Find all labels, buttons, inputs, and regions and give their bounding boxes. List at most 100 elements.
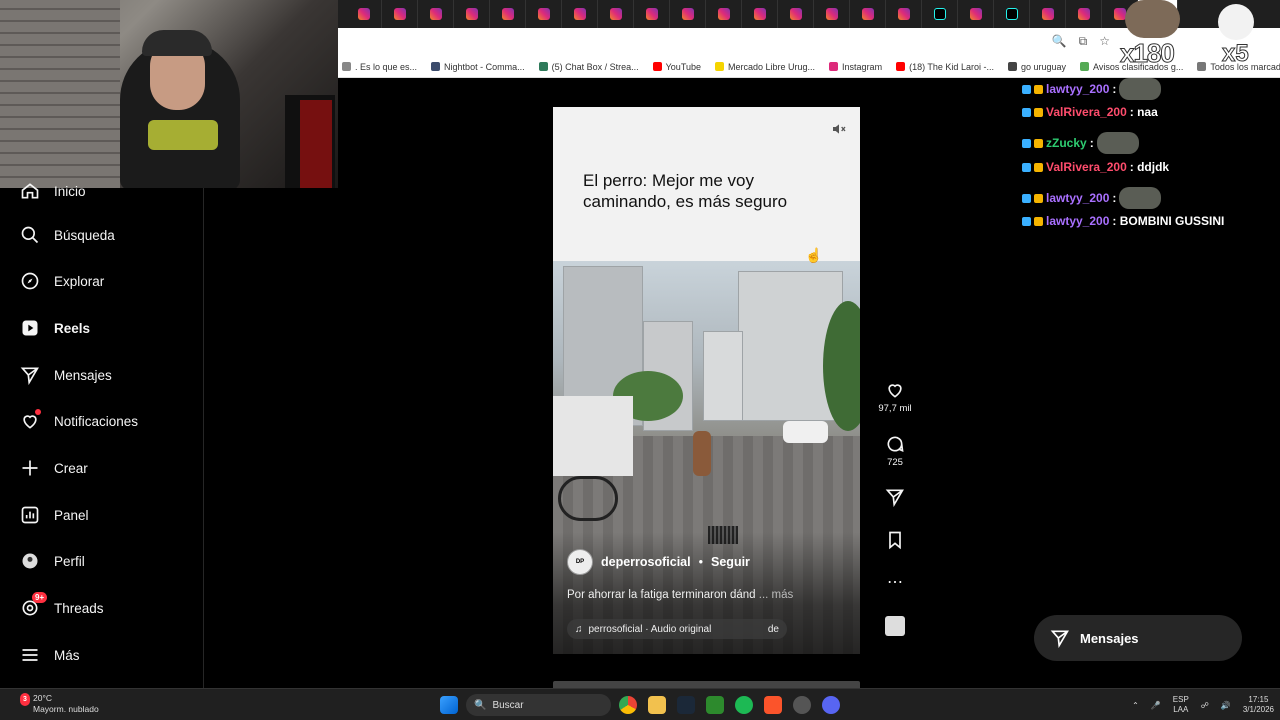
comment-button[interactable]: 725 [876,434,914,468]
microphone-icon[interactable]: 🎤 [1151,701,1161,710]
sidebar-item-threads[interactable]: Threads 9+ [20,592,104,618]
more-options-icon[interactable]: ⋯ [876,572,914,592]
instagram-icon [573,8,586,20]
spotify-icon[interactable] [735,696,753,714]
chat-text: : BOMBINI GUSSINI [1112,214,1225,228]
sidebar-item-explorar[interactable]: Explorar [20,271,104,291]
bookmark-label: Mercado Libre Urug... [728,61,816,72]
sidebar-item-reels[interactable]: Reels [20,318,90,338]
bookmark-item[interactable]: . Es lo que es... [342,62,417,72]
xbox-icon[interactable] [706,696,724,714]
bookmark-favicon-icon [1007,62,1017,71]
chat-username[interactable]: ValRivera_200 [1046,160,1127,174]
chart-icon [21,506,39,524]
save-button[interactable] [876,530,914,553]
reel-author-name[interactable]: deperrosoficial [601,555,691,569]
messages-floating-button[interactable]: Mensajes [1034,615,1242,661]
bookmark-item[interactable]: (5) Chat Box / Strea... [538,61,639,72]
share-button[interactable] [876,487,914,510]
bookmark-item[interactable]: YouTube [652,62,701,72]
browser-tab[interactable] [958,0,994,28]
browser-tab[interactable] [526,0,562,28]
chat-username[interactable]: lawtyy_200 [1046,191,1109,205]
bookmark-item[interactable]: (18) The Kid Laroi -... [896,62,994,72]
star-icon[interactable]: ☆ [1099,34,1110,49]
chat-username[interactable]: ValRivera_200 [1046,105,1127,119]
sidebar-item-mensajes[interactable]: Mensajes [20,365,112,385]
like-button[interactable]: 97,7 mil [876,380,914,414]
browser-tab[interactable] [814,0,850,28]
weather-widget[interactable]: 3 20°C Mayorm. nublado [12,693,99,715]
steam-icon[interactable] [677,696,695,714]
browser-tab[interactable] [634,0,670,28]
mute-icon[interactable] [830,121,848,137]
browser-tab[interactable] [1030,0,1066,28]
instagram-icon [789,8,802,20]
chat-text: : naa [1129,105,1158,119]
reel-player[interactable]: El perro: Mejor me voy caminando, es más… [553,107,860,654]
reel-audio-pill[interactable]: ♫ perrosoficial · Audio original de [567,619,787,639]
chat-message: lawtyy_200: [1022,78,1162,100]
audio-thumbnail[interactable] [876,616,914,636]
github-icon[interactable] [793,696,811,714]
volume-icon[interactable]: 🔊 [1221,701,1231,710]
bookmark-label: (5) Chat Box / Strea... [551,61,639,72]
browser-tab[interactable] [1066,0,1102,28]
webcam-overlay [0,0,338,188]
send-icon [20,367,39,385]
sidebar-item-notificaciones[interactable]: Notificaciones [20,409,138,431]
weather-badge: 3 [20,693,30,706]
browser-tab[interactable] [418,0,454,28]
follow-button[interactable]: Seguir [711,555,750,569]
sidebar-item-panel[interactable]: Panel [20,505,89,525]
chat-text: : [1112,191,1117,205]
language-indicator[interactable]: ESP LAA [1173,695,1189,715]
chat-username[interactable]: lawtyy_200 [1046,214,1109,228]
stream-chat: lawtyy_200: ValRivera_200: naa zZucky: ValR… [1016,78,1280,238]
file-explorer-icon[interactable] [648,696,666,714]
chrome-icon[interactable] [619,696,637,714]
bookmark-label: Nightbot - Comma... [444,61,525,72]
instagram-icon [1041,8,1054,20]
chevron-up-icon[interactable]: ⌃ [1132,701,1139,710]
reel-author-avatar[interactable]: DP [567,549,593,575]
browser-tab[interactable] [562,0,598,28]
bookmark-item[interactable]: Nightbot - Comma... [431,62,525,72]
taskbar-search[interactable]: 🔍 Buscar [466,694,611,716]
sidebar-item-bsqueda[interactable]: Búsqueda [20,225,115,245]
network-icon[interactable]: ☍ [1201,701,1209,710]
audio-tail: de [767,623,779,635]
browser-tab[interactable] [490,0,526,28]
browser-tab[interactable] [598,0,634,28]
browser-tab[interactable] [382,0,418,28]
install-icon[interactable]: ⧉ [1079,34,1088,49]
more-link[interactable]: ... más [759,589,794,601]
sidebar-item-crear[interactable]: Crear [20,458,88,478]
browser-tab[interactable] [778,0,814,28]
browser-tab[interactable] [454,0,490,28]
browser-tab[interactable] [670,0,706,28]
bookmark-item[interactable]: go uruguay [1007,62,1066,72]
chat-username[interactable]: zZucky [1046,136,1087,150]
browser-tab[interactable] [706,0,742,28]
instagram-icon [501,8,514,20]
browser-tab[interactable] [994,0,1030,28]
bookmark-item[interactable]: Mercado Libre Urug... [715,62,815,72]
zoom-icon[interactable]: 🔍 [1052,34,1067,49]
windows-start-icon[interactable] [440,696,458,714]
browser-tab[interactable] [886,0,922,28]
instagram-icon [357,8,370,20]
browser-tab[interactable] [922,0,958,28]
browser-tab[interactable] [346,0,382,28]
browser-tab[interactable] [742,0,778,28]
clock[interactable]: 17:15 3/1/2026 [1243,695,1274,715]
sidebar-item-inicio[interactable]: Inicio [20,181,86,201]
sidebar-item-perfil[interactable]: Perfil [20,551,85,571]
discord-icon[interactable] [822,696,840,714]
bookmark-item[interactable]: Instagram [829,62,882,72]
chat-username[interactable]: lawtyy_200 [1046,82,1109,96]
bookmark-icon [889,531,901,550]
browser-tab[interactable] [850,0,886,28]
sidebar-item-ms[interactable]: Más [20,645,80,665]
brave-icon[interactable] [764,696,782,714]
